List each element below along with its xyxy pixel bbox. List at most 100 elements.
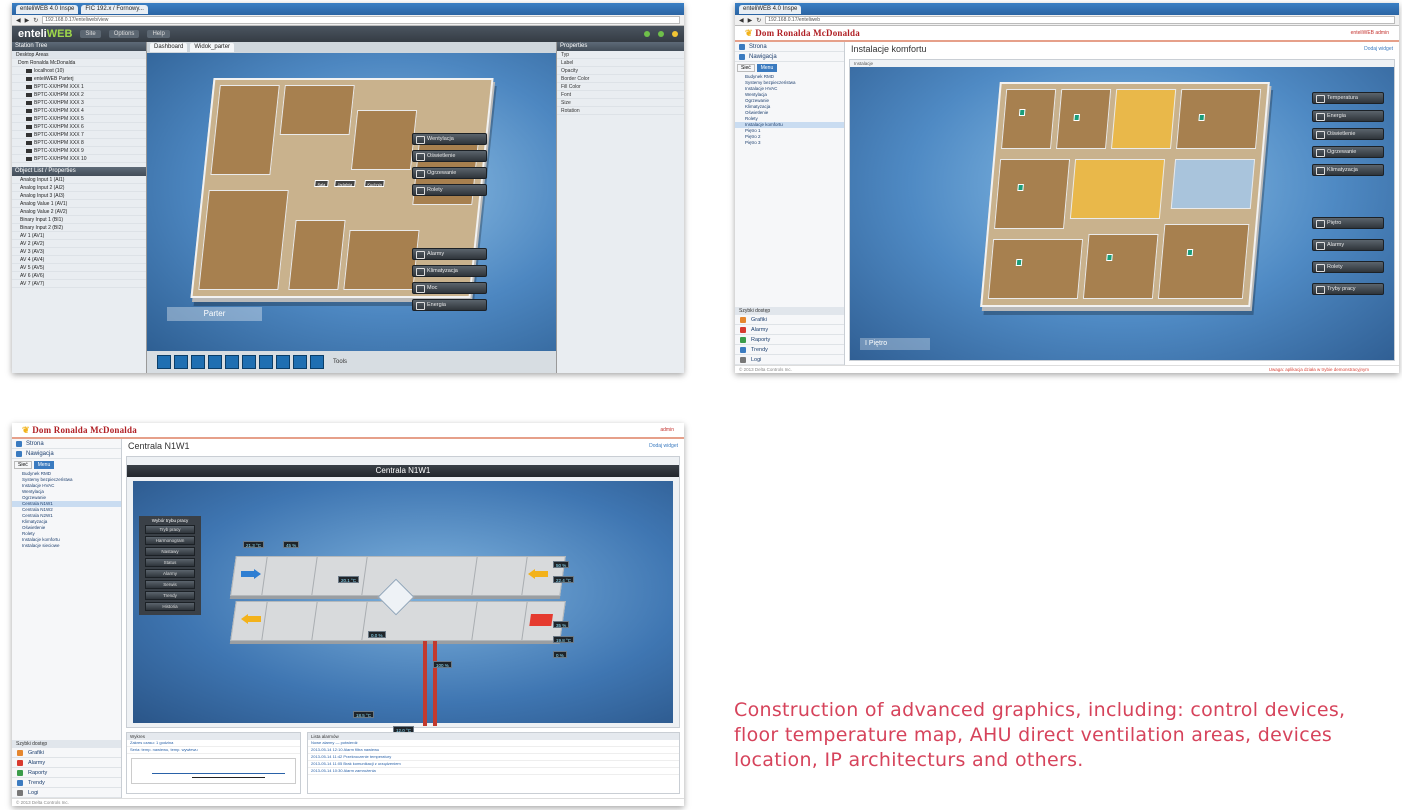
quick-link[interactable]: Raporty [12,768,121,778]
object-item[interactable]: AV 6 (AV6) [12,272,146,280]
quick-link[interactable]: Alarmy [735,325,844,335]
tool-icon[interactable] [191,355,205,369]
quick-link[interactable]: Logi [12,788,121,798]
temp-tag[interactable] [1015,259,1023,266]
sensor-value[interactable]: 22.4 °C [553,576,575,583]
tree-item[interactable]: localhost (10) [12,67,146,75]
browser-tab[interactable]: enteliWEB 4.0 Inspe [16,4,79,14]
property-row[interactable]: Label [557,59,684,67]
status-icon[interactable] [658,31,664,37]
temp-tag[interactable] [1186,249,1194,256]
room[interactable] [993,159,1071,229]
tree-item[interactable]: BPTC-XX/HPM XXX 6 [12,123,146,131]
room[interactable] [1069,159,1166,219]
control-button[interactable]: Alarmy [1312,239,1384,251]
url-input[interactable]: 192.168.0.17/enteliweb [765,16,1395,24]
tree-item[interactable]: BPTC-XX/HPM XXX 10 [12,155,146,163]
tool-icon[interactable] [259,355,273,369]
add-widget-link[interactable]: Dodaj widget [1364,46,1393,52]
tool-icon[interactable] [225,355,239,369]
control-button[interactable]: Temperatura [1312,92,1384,104]
room[interactable] [1157,224,1250,299]
tree-item[interactable]: Instalacje sieciowe [12,543,121,549]
tree-root[interactable]: Dom Ronalda McDonalda [12,59,146,67]
control-button[interactable]: Rolety [412,184,487,196]
room[interactable] [1082,234,1159,299]
tool-icon[interactable] [276,355,290,369]
add-widget-link[interactable]: Dodaj widget [649,443,678,449]
nav-strona[interactable]: Strona [12,439,121,449]
room[interactable] [288,220,346,290]
room[interactable] [210,85,280,175]
control-button[interactable]: Klimatyzacja [1312,164,1384,176]
plan-label[interactable]: Sala [314,180,329,187]
control-button[interactable]: Tryby pracy [1312,283,1384,295]
object-item[interactable]: AV 1 (AV1) [12,232,146,240]
room[interactable] [1000,89,1057,149]
room[interactable] [350,110,418,170]
room[interactable] [1110,89,1177,149]
property-row[interactable]: Size [557,99,684,107]
control-button[interactable]: Ogrzewanie [412,167,487,179]
object-item[interactable]: Binary Input 2 (BI2) [12,224,146,232]
tool-icon[interactable] [310,355,324,369]
object-item[interactable]: AV 4 (AV4) [12,256,146,264]
property-row[interactable]: Font [557,91,684,99]
status-icon[interactable] [644,31,650,37]
room[interactable] [1055,89,1112,149]
tool-icon[interactable] [293,355,307,369]
plan-label[interactable]: Jadalnia [334,180,356,187]
control-button[interactable]: Alarmy [412,248,487,260]
object-item[interactable]: AV 5 (AV5) [12,264,146,272]
side-menu-button[interactable]: Nastawy [145,547,195,556]
object-item[interactable]: Analog Value 1 (AV1) [12,200,146,208]
tree-item[interactable]: Piętro 3 [735,140,844,146]
temp-tag[interactable] [1018,109,1026,116]
control-button[interactable]: Energia [412,299,487,311]
control-button[interactable]: Wentylacja [412,133,487,145]
room[interactable] [343,230,420,290]
url-input[interactable]: 192.168.0.17/enteliweb/view [42,16,680,24]
side-menu-button[interactable]: Trendy [145,591,195,600]
panel-row[interactable]: Seria: temp. nawiewu, temp. wywiewu [127,747,300,754]
tree-item[interactable]: BPTC-XX/HPM XXX 7 [12,131,146,139]
back-icon[interactable]: ◀ [739,17,744,24]
tool-icon[interactable] [208,355,222,369]
tree-item[interactable]: BPTC-XX/HPM XXX 9 [12,147,146,155]
tab-menu[interactable]: Menu [756,64,778,72]
room[interactable] [987,239,1084,299]
tab-siec[interactable]: Sieć [14,461,32,469]
object-item[interactable]: Analog Value 2 (AV2) [12,208,146,216]
object-item[interactable]: Analog Input 3 (AI3) [12,192,146,200]
panel-row[interactable]: Zakres czasu: 1 godzina [127,740,300,747]
tree-item[interactable]: BPTC-XX/HPM XXX 3 [12,99,146,107]
tree-item[interactable]: BPTC-XX/HPM XXX 2 [12,91,146,99]
side-menu-button[interactable]: Alarmy [145,569,195,578]
object-item[interactable]: AV 3 (AV3) [12,248,146,256]
tree-item[interactable]: BPTC-XX/HPM XXX 4 [12,107,146,115]
sensor-value[interactable]: 0.0 % [368,631,386,638]
control-button[interactable]: Energia [1312,110,1384,122]
sensor-value[interactable]: 18.5 °C [353,711,375,718]
control-button[interactable]: Oświetlenie [412,150,487,162]
tab-menu[interactable]: Menu [33,461,55,469]
object-item[interactable]: AV 7 (AV7) [12,280,146,288]
quick-link[interactable]: Trendy [735,345,844,355]
quick-link[interactable]: Raporty [735,335,844,345]
room[interactable] [198,190,289,290]
tab-siec[interactable]: Sieć [737,64,755,72]
star-icon[interactable] [672,31,678,37]
browser-tab[interactable]: FIC 192.x / Fornowy... [81,4,148,14]
quick-link[interactable]: Logi [735,355,844,365]
side-menu-button[interactable]: Tryb pracy [145,525,195,534]
alarm-row[interactable]: 2013-05-14 11:05 Brak komunikacji z urzą… [308,761,679,768]
control-button[interactable]: Ogrzewanie [1312,146,1384,158]
sensor-value[interactable]: 45 % [283,541,300,548]
object-item[interactable]: Analog Input 2 (AI2) [12,184,146,192]
property-row[interactable]: Typ [557,51,684,59]
object-item[interactable]: Analog Input 1 (AI1) [12,176,146,184]
tree-tab[interactable]: Desktop Areas [12,51,146,59]
heater-icon[interactable] [529,614,553,626]
quick-link[interactable]: Grafiki [735,315,844,325]
back-icon[interactable]: ◀ [16,17,21,24]
